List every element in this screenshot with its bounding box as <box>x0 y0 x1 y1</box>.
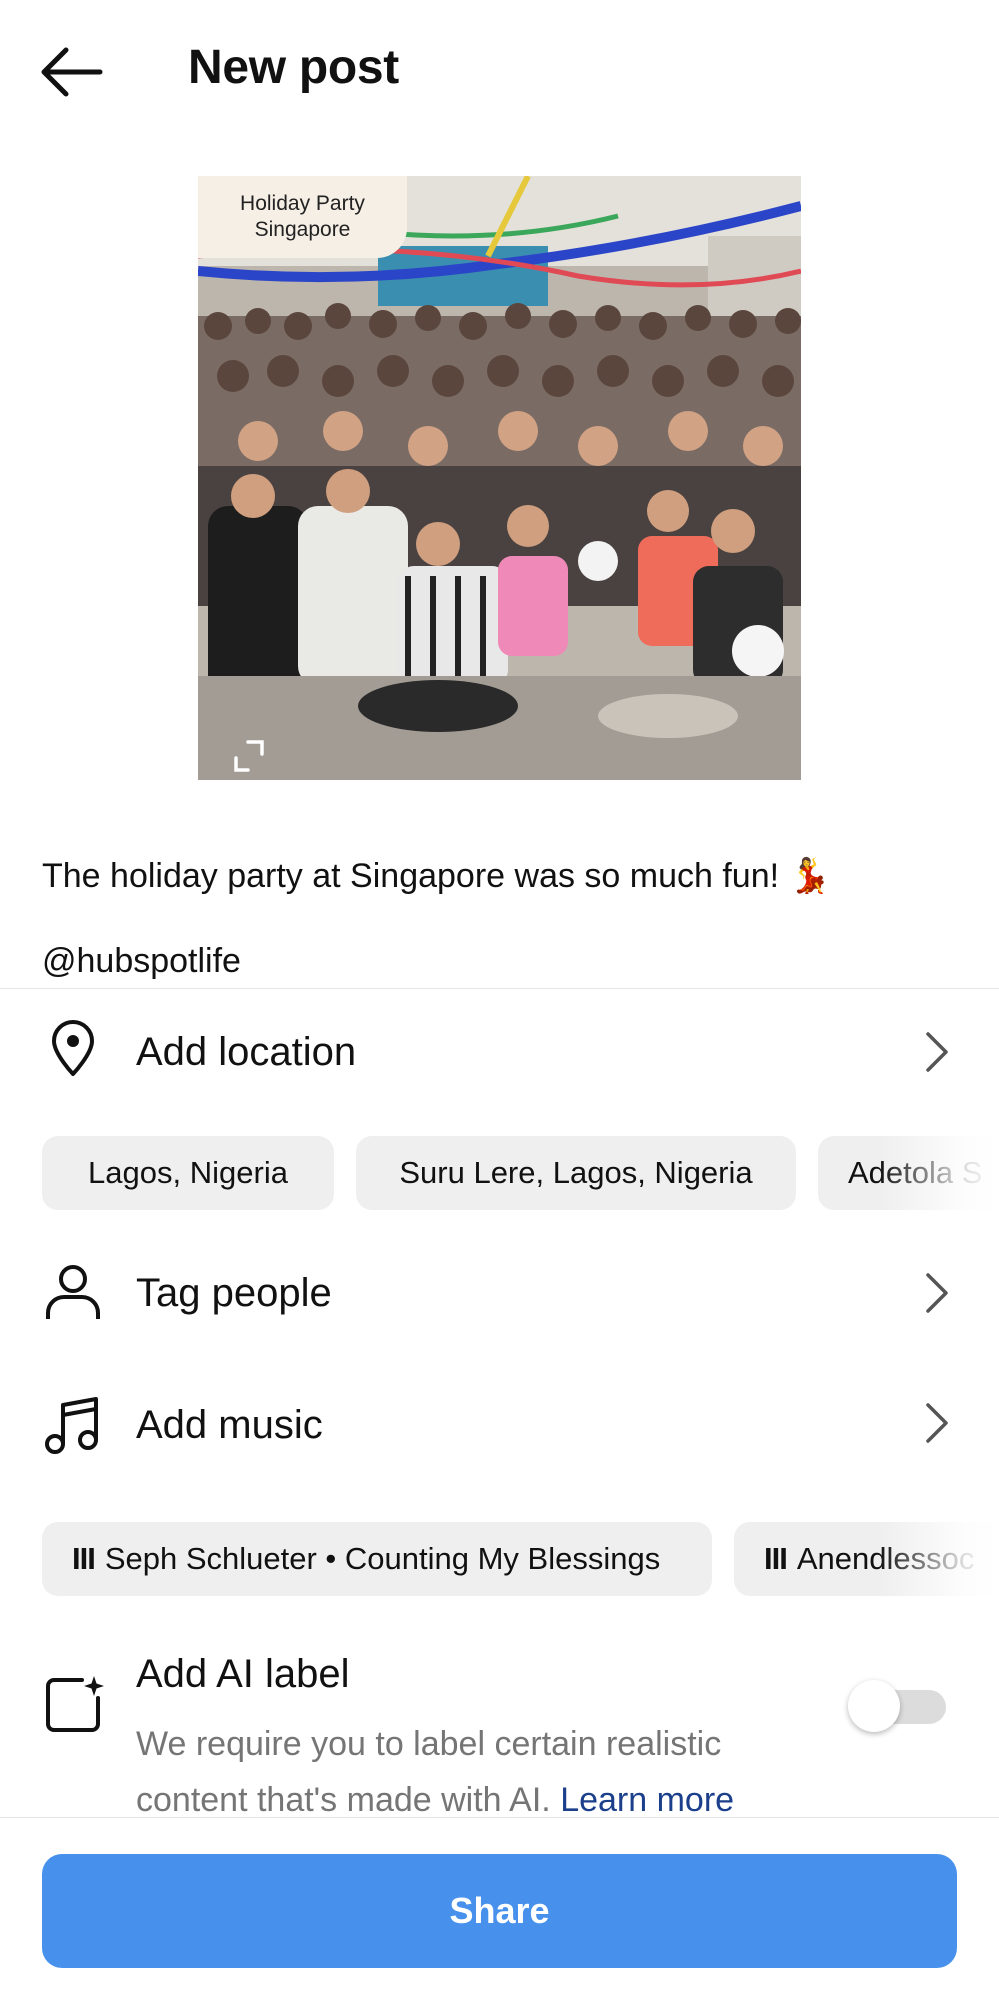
ai-label-description: We require you to label certain realisti… <box>136 1716 836 1828</box>
caption-mention[interactable]: @hubspotlife <box>42 942 241 981</box>
badge-line-1: Holiday Party <box>240 192 365 215</box>
add-music-row[interactable]: Add music <box>0 1375 999 1475</box>
caption-divider <box>0 988 999 989</box>
chevron-right-icon <box>926 1403 948 1443</box>
music-chip[interactable]: III Anendlessoc <box>734 1522 999 1596</box>
person-icon <box>46 1265 100 1319</box>
party-photo-illustration <box>198 176 801 780</box>
audio-bars-icon: III <box>72 1541 96 1576</box>
music-chip-label: Anendlessoc <box>796 1541 975 1576</box>
music-note-icon <box>45 1397 98 1454</box>
tag-people-label: Tag people <box>136 1271 332 1315</box>
learn-more-link[interactable]: Learn more <box>560 1781 734 1819</box>
arrow-left-icon <box>41 47 103 97</box>
back-button[interactable] <box>36 42 106 102</box>
ai-label-toggle[interactable] <box>848 1680 946 1732</box>
post-photo[interactable]: Holiday Party Singapore <box>198 176 801 780</box>
ai-label-title: Add AI label <box>136 1652 350 1696</box>
expand-corners-icon[interactable] <box>228 736 268 776</box>
header: New post <box>0 0 999 145</box>
badge-line-2: Singapore <box>254 218 351 241</box>
add-location-row[interactable]: Add location <box>0 1002 999 1102</box>
audio-bars-icon: III <box>764 1541 788 1576</box>
page-title: New post <box>188 41 399 94</box>
toggle-knob <box>848 1680 900 1732</box>
add-music-label: Add music <box>136 1403 323 1447</box>
map-pin-icon <box>52 1020 94 1076</box>
ai-sparkle-square-icon <box>46 1676 104 1732</box>
tag-people-row[interactable]: Tag people <box>0 1243 999 1343</box>
location-chip[interactable]: Suru Lere, Lagos, Nigeria <box>356 1136 796 1210</box>
location-chip[interactable]: Lagos, Nigeria <box>42 1136 334 1210</box>
chevron-right-icon <box>926 1032 948 1072</box>
photo-caption-badge: Holiday Party Singapore <box>198 176 407 258</box>
share-button[interactable]: Share <box>42 1854 957 1968</box>
chevron-right-icon <box>926 1273 948 1313</box>
music-suggestions: III Seph Schlueter • Counting My Blessin… <box>42 1522 999 1596</box>
footer-divider <box>0 1817 999 1818</box>
location-suggestions: Lagos, Nigeria Suru Lere, Lagos, Nigeria… <box>42 1136 999 1210</box>
caption-text[interactable]: The holiday party at Singapore was so mu… <box>42 856 831 896</box>
music-chip-label: Seph Schlueter • Counting My Blessings <box>104 1541 661 1576</box>
new-post-screen: New post Holiday Party Singapore The hol… <box>0 0 999 1999</box>
location-chip[interactable]: Adetola S <box>818 1136 999 1210</box>
music-chip[interactable]: III Seph Schlueter • Counting My Blessin… <box>42 1522 712 1596</box>
add-location-label: Add location <box>136 1030 357 1074</box>
